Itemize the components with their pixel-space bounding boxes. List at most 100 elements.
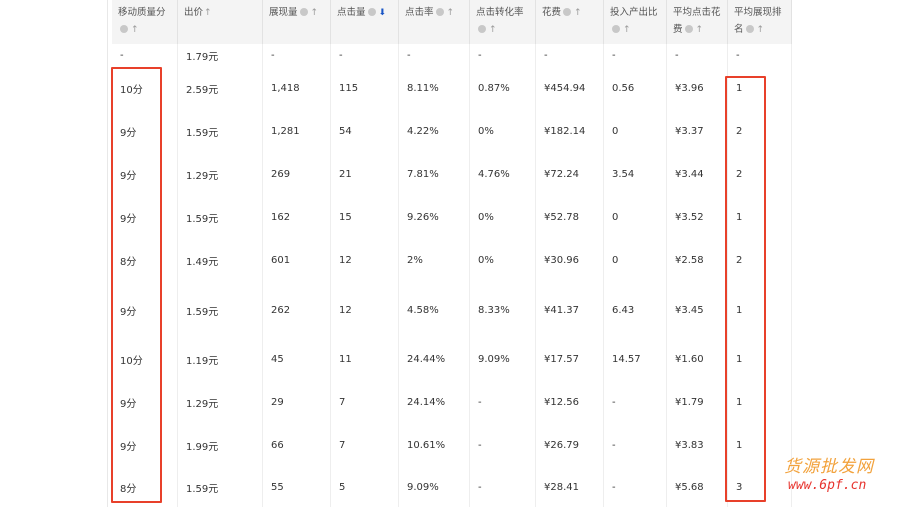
column-header-avg-rank[interactable]: 平均展现排名 ↑: [728, 0, 792, 44]
cell-impressions: -: [263, 44, 331, 67]
cell-clicks: 11: [331, 338, 399, 381]
column-header-label: 花费: [542, 7, 562, 18]
info-icon[interactable]: [367, 8, 376, 16]
cell-impressions: 262: [263, 282, 331, 338]
cell-cost: ¥30.96: [536, 239, 604, 282]
info-icon[interactable]: [120, 25, 128, 33]
cell-bid: 1.59元: [178, 110, 263, 153]
column-header-label: 投入产出比: [610, 7, 658, 18]
table-row: 9分 1.59元 162 15 9.26% 0% ¥52.78 0 ¥3.52 1: [112, 196, 792, 240]
cell-impressions: 45: [263, 338, 331, 381]
cell-impressions: 1,281: [263, 110, 331, 153]
cell-impressions: 66: [263, 424, 331, 467]
cell-avg-cpc: ¥5.68: [667, 467, 728, 507]
info-icon[interactable]: [563, 8, 572, 16]
cell-ctr: 8.11%: [399, 67, 470, 110]
cell-conversion-rate: -: [470, 44, 536, 67]
cell-cost: -: [536, 44, 604, 67]
table-row: 10分 1.19元 45 11 24.44% 9.09% ¥17.57 14.57 ¥1.60 1: [112, 338, 792, 382]
cell-roi: -: [604, 44, 667, 67]
column-header-impressions[interactable]: 展现量 ↑: [263, 0, 331, 44]
cell-impressions: 1,418: [263, 67, 331, 110]
cell-cost: ¥28.41: [536, 467, 604, 507]
watermark-text: 货源批发网: [784, 457, 874, 477]
cell-roi: 0.56: [604, 67, 667, 110]
avg-rank-highlight: [725, 76, 766, 502]
column-header-quality-score[interactable]: 移动质量分 ↑: [112, 0, 178, 44]
summary-row: -1.79元 - - - - - - - -: [112, 44, 792, 68]
sort-icon[interactable]: ↑: [574, 5, 582, 22]
cell-cost: ¥72.24: [536, 153, 604, 196]
cell-clicks: -: [331, 44, 399, 67]
table-row: 9分 1.59元 1,281 54 4.22% 0% ¥182.14 0 ¥3.37 2: [112, 110, 792, 154]
cell-cost: ¥454.94: [536, 67, 604, 110]
table-row: 9分 1.59元 262 12 4.58% 8.33% ¥41.37 6.43 ¥3.45 1: [112, 282, 792, 339]
cell-roi: 0: [604, 196, 667, 239]
cell-bid: 1.29元: [178, 153, 263, 196]
sort-icon[interactable]: ↑: [757, 22, 765, 39]
cell-conversion-rate: 0%: [470, 110, 536, 153]
info-icon[interactable]: [299, 8, 308, 16]
sort-icon[interactable]: ↑: [447, 5, 455, 22]
table-header: 移动质量分↑ 出价↑ 展现量 ↑ 点击量 ⬇ 点击率 ↑ 点击转化率↑ 花费 ↑ 投入产出比↑ 平均点击…: [112, 0, 792, 45]
cell-impressions: 269: [263, 153, 331, 196]
cell-ctr: 9.26%: [399, 196, 470, 239]
cell-roi: -: [604, 424, 667, 467]
column-header-avg-cpc[interactable]: 平均点击花费 ↑: [667, 0, 728, 44]
cell-roi: -: [604, 381, 667, 424]
cell-impressions: 55: [263, 467, 331, 507]
table-row: 9分 1.29元 269 21 7.81% 4.76% ¥72.24 3.54 ¥3.44 2: [112, 153, 792, 197]
watermark: 货源批发网 www.6pf.cn: [780, 452, 898, 502]
cell-conversion-rate: -: [470, 467, 536, 507]
cell-bid: 1.29元: [178, 381, 263, 424]
info-icon[interactable]: [684, 25, 693, 33]
sort-icon[interactable]: ↑: [131, 22, 139, 39]
cell-ctr: 9.09%: [399, 467, 470, 507]
column-header-conversion-rate[interactable]: 点击转化率 ↑: [470, 0, 536, 44]
cell-clicks: 5: [331, 467, 399, 507]
sort-icon[interactable]: ↑: [311, 5, 319, 22]
cell-roi: -: [604, 467, 667, 507]
cell-avg-cpc: ¥3.83: [667, 424, 728, 467]
left-stub-divider: [107, 0, 108, 507]
sort-icon[interactable]: ↑: [489, 22, 497, 39]
column-header-ctr[interactable]: 点击率 ↑: [399, 0, 470, 44]
cell-avg-cpc: ¥1.60: [667, 338, 728, 381]
sort-icon[interactable]: ↑: [623, 22, 631, 39]
cell-clicks: 7: [331, 381, 399, 424]
cell-ctr: 4.58%: [399, 282, 470, 338]
column-header-label: 点击转化率: [476, 7, 524, 18]
column-header-bid[interactable]: 出价↑: [178, 0, 263, 44]
info-icon[interactable]: [478, 25, 486, 33]
cell-cost: ¥41.37: [536, 282, 604, 338]
column-header-roi[interactable]: 投入产出比 ↑: [604, 0, 667, 44]
column-header-clicks[interactable]: 点击量 ⬇: [331, 0, 399, 44]
sort-desc-icon[interactable]: ⬇: [379, 5, 387, 22]
cell-ctr: -: [399, 44, 470, 67]
cell-bid: 1.99元: [178, 424, 263, 467]
cell-avg-cpc: ¥3.96: [667, 67, 728, 110]
cell-avg-cpc: ¥3.44: [667, 153, 728, 196]
cell-ctr: 4.22%: [399, 110, 470, 153]
table-row: 9分 1.99元 66 7 10.61% - ¥26.79- ¥3.83 1: [112, 424, 792, 468]
watermark-url: www.6pf.cn: [788, 478, 867, 493]
column-header-label: 展现量: [269, 7, 298, 18]
info-icon[interactable]: [435, 8, 444, 16]
info-icon[interactable]: [612, 25, 620, 33]
cell-cost: ¥12.56: [536, 381, 604, 424]
cell-bid: 1.59元: [178, 467, 263, 507]
cell-avg-rank: -: [728, 44, 792, 67]
sort-icon[interactable]: ↑: [204, 5, 212, 22]
keyword-data-table: 移动质量分↑ 出价↑ 展现量 ↑ 点击量 ⬇ 点击率 ↑ 点击转化率↑ 花费 ↑ 投入产出比↑ 平均点击…: [112, 0, 792, 507]
cell-clicks: 54: [331, 110, 399, 153]
cell-ctr: 24.44%: [399, 338, 470, 381]
cell-impressions: 162: [263, 196, 331, 239]
cell-impressions: 601: [263, 239, 331, 282]
cell-roi: 3.54: [604, 153, 667, 196]
info-icon[interactable]: [745, 25, 754, 33]
cell-conversion-rate: 0%: [470, 239, 536, 282]
cell-conversion-rate: 8.33%: [470, 282, 536, 338]
cell-roi: 0: [604, 110, 667, 153]
sort-icon[interactable]: ↑: [696, 22, 704, 39]
column-header-cost[interactable]: 花费 ↑: [536, 0, 604, 44]
